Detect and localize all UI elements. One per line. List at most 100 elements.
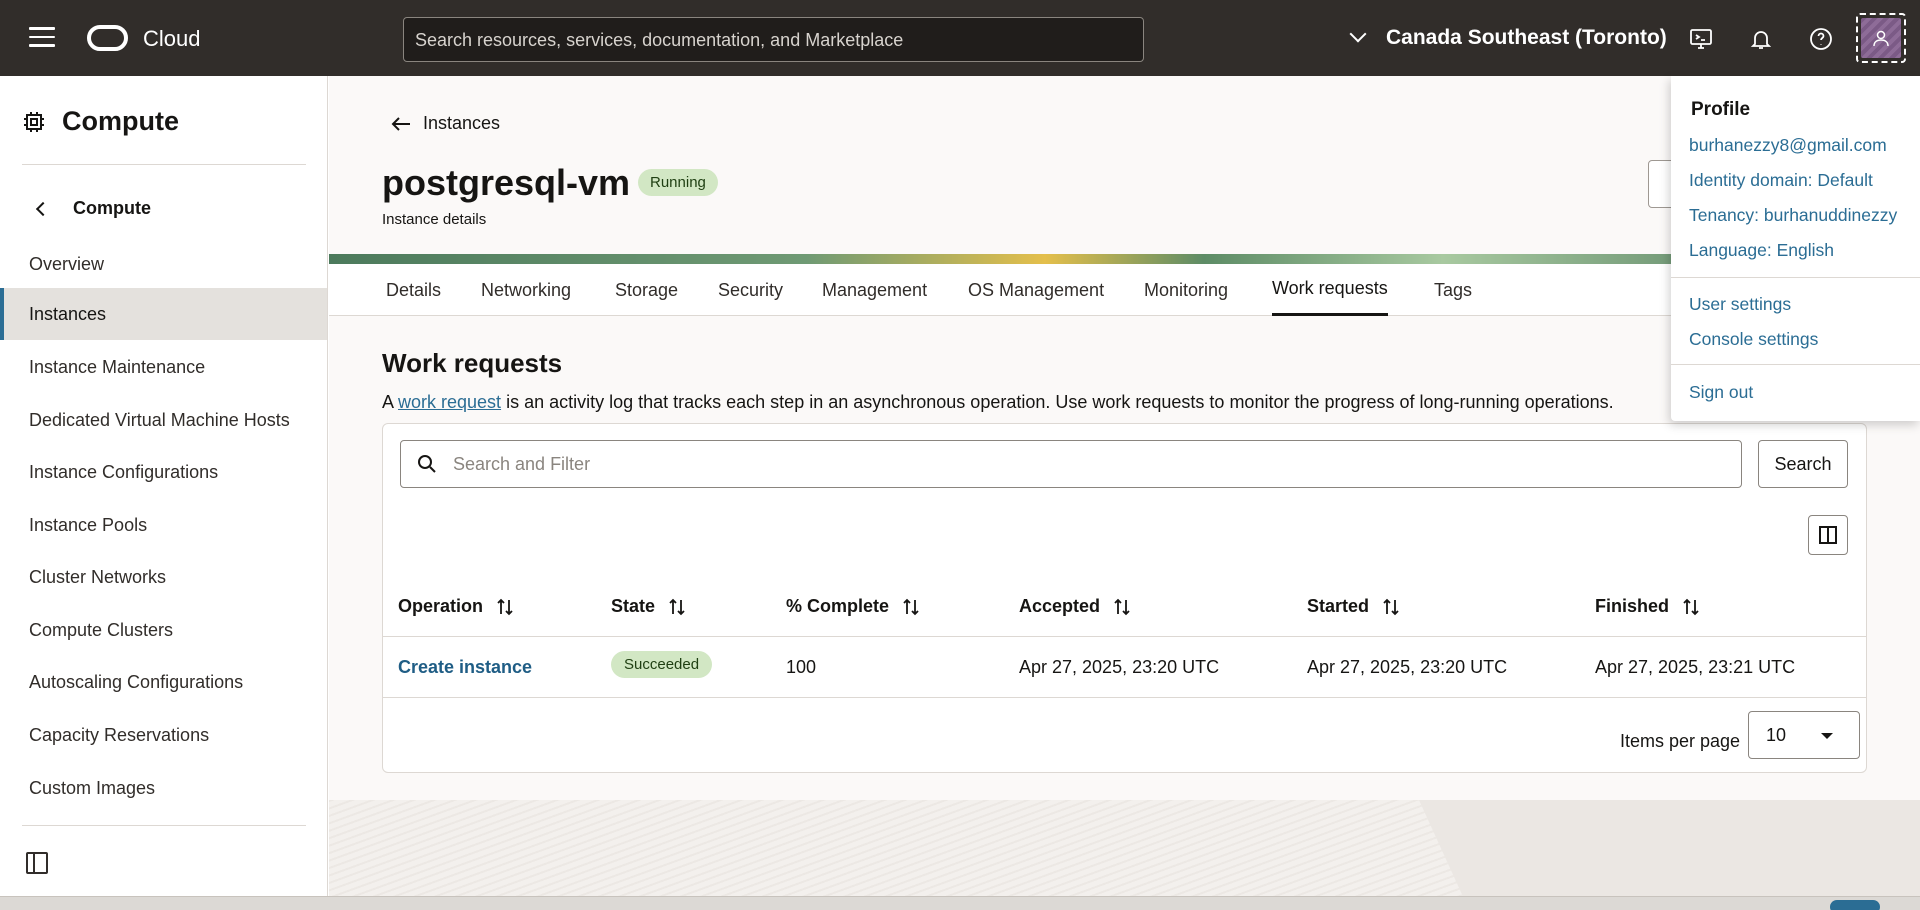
breadcrumb-label: Instances: [423, 113, 501, 133]
status-bar: [0, 896, 1920, 910]
top-bar: Cloud Search resources, services, docume…: [0, 0, 1920, 76]
profile-menu: Profile burhanezzy8@gmail.com Identity d…: [1671, 76, 1920, 421]
sidebar-item-overview[interactable]: Overview: [0, 238, 327, 290]
region-label: Canada Southeast (Toronto): [1386, 26, 1667, 49]
sidebar-title: Compute: [62, 106, 179, 136]
column-header-operation[interactable]: Operation: [398, 596, 513, 617]
profile-email-link[interactable]: burhanezzy8@gmail.com: [1689, 135, 1887, 156]
sidebar-item-custom-images[interactable]: Custom Images: [0, 762, 327, 814]
column-header-label: Started: [1307, 596, 1370, 616]
sort-icon: [497, 598, 513, 615]
table-row: Create instance Succeeded 100 Apr 27, 20…: [383, 636, 1866, 698]
tab-monitoring[interactable]: Monitoring: [1144, 264, 1228, 316]
sign-out-link[interactable]: Sign out: [1689, 382, 1753, 403]
column-header-label: Operation: [398, 596, 484, 616]
sidebar-item-instance-configurations[interactable]: Instance Configurations: [0, 446, 327, 498]
sidebar-header: Compute: [22, 106, 179, 137]
chevron-left-icon: [35, 201, 51, 216]
sidebar-back-label: Compute: [73, 198, 151, 218]
region-selector[interactable]: Canada Southeast (Toronto): [1349, 25, 1667, 50]
help-icon[interactable]: [1809, 27, 1833, 51]
menu-icon[interactable]: [29, 27, 55, 49]
column-header-accepted[interactable]: Accepted: [1019, 596, 1130, 617]
tab-networking[interactable]: Networking: [481, 264, 571, 316]
tab-storage[interactable]: Storage: [615, 264, 678, 316]
items-per-page-select[interactable]: 10: [1748, 711, 1860, 759]
sort-icon: [1683, 598, 1699, 615]
language-link[interactable]: Language: English: [1689, 240, 1834, 261]
user-avatar-icon: [1861, 18, 1901, 58]
columns-icon: [1819, 526, 1837, 544]
tenancy-link[interactable]: Tenancy: burhanuddinezzy: [1689, 205, 1897, 226]
filter-input[interactable]: Search and Filter: [400, 440, 1742, 488]
identity-domain-link[interactable]: Identity domain: Default: [1689, 170, 1873, 191]
sort-icon: [669, 598, 685, 615]
column-header-label: Finished: [1595, 596, 1670, 616]
sort-icon: [1383, 598, 1399, 615]
items-per-page-label: Items per page: [1620, 731, 1741, 751]
sidebar-item-instance-maintenance[interactable]: Instance Maintenance: [0, 341, 327, 393]
started-time: Apr 27, 2025, 23:20 UTC: [1307, 657, 1508, 677]
decorative-footer: [329, 800, 1920, 910]
oracle-logo[interactable]: [87, 25, 128, 51]
page-subtitle: Instance details: [382, 211, 487, 228]
tab-management[interactable]: Management: [822, 264, 927, 316]
tab-work-requests[interactable]: Work requests: [1272, 264, 1388, 316]
filter-placeholder: Search and Filter: [453, 453, 591, 474]
sidebar-back-link[interactable]: Compute: [35, 198, 151, 219]
operation-link[interactable]: Create instance: [398, 657, 532, 678]
profile-menu-title: Profile: [1691, 99, 1751, 120]
brand-label[interactable]: Cloud: [143, 26, 200, 52]
chevron-down-icon: [1349, 25, 1367, 43]
bell-icon[interactable]: [1749, 27, 1773, 51]
column-header-label: State: [611, 596, 656, 616]
sidebar-item-capacity-reservations[interactable]: Capacity Reservations: [0, 709, 327, 761]
column-header-started[interactable]: Started: [1307, 596, 1399, 617]
tab-os-management[interactable]: OS Management: [968, 264, 1104, 316]
console-settings-link[interactable]: Console settings: [1689, 329, 1818, 350]
percent-complete: 100: [786, 657, 817, 677]
sort-icon: [1114, 598, 1130, 615]
sidebar-item-instances[interactable]: Instances: [0, 288, 327, 340]
divider: [22, 164, 306, 165]
column-header-label: Accepted: [1019, 596, 1101, 616]
column-header-complete[interactable]: % Complete: [786, 596, 919, 617]
accepted-time: Apr 27, 2025, 23:20 UTC: [1019, 657, 1220, 677]
user-avatar-button[interactable]: [1856, 13, 1906, 63]
divider: [1671, 364, 1920, 365]
search-icon: [418, 455, 436, 473]
cloud-shell-icon[interactable]: [1689, 27, 1713, 51]
breadcrumb[interactable]: Instances: [391, 113, 500, 134]
sidebar-item-dedicated-vm-hosts[interactable]: Dedicated Virtual Machine Hosts: [0, 394, 327, 446]
toggle-switch[interactable]: [1830, 900, 1880, 910]
column-header-state[interactable]: State: [611, 596, 685, 617]
sidebar-item-autoscaling-configurations[interactable]: Autoscaling Configurations: [0, 656, 327, 708]
tab-tags[interactable]: Tags: [1434, 264, 1472, 316]
state-badge: Succeeded: [611, 651, 713, 678]
column-toggle-button[interactable]: [1808, 515, 1848, 555]
column-header-finished[interactable]: Finished: [1595, 596, 1699, 617]
sidebar: Compute Compute Overview Instances Insta…: [0, 76, 328, 896]
tab-security[interactable]: Security: [718, 264, 783, 316]
column-header-label: % Complete: [786, 596, 890, 616]
sidebar-item-instance-pools[interactable]: Instance Pools: [0, 499, 327, 551]
status-badge: Running: [638, 169, 718, 196]
sidebar-item-compute-clusters[interactable]: Compute Clusters: [0, 604, 327, 656]
tab-details[interactable]: Details: [386, 264, 441, 316]
caret-down-icon: [1821, 733, 1833, 739]
page-title: postgresql-vm: [382, 162, 631, 203]
collapse-sidebar-icon[interactable]: [26, 852, 48, 874]
work-request-link[interactable]: work request: [398, 392, 501, 412]
finished-time: Apr 27, 2025, 23:21 UTC: [1595, 657, 1796, 677]
search-button[interactable]: Search: [1758, 440, 1848, 488]
user-settings-link[interactable]: User settings: [1689, 294, 1791, 315]
description-prefix: A: [382, 392, 399, 412]
sidebar-item-cluster-networks[interactable]: Cluster Networks: [0, 551, 327, 603]
chip-icon: [24, 111, 44, 132]
section-title: Work requests: [382, 348, 563, 378]
section-description: A work request is an activity log that t…: [382, 392, 1614, 413]
work-requests-panel: Search and Filter Search Operation State…: [382, 423, 1867, 773]
items-per-page-value: 10: [1766, 725, 1787, 745]
arrow-left-icon: [391, 116, 410, 131]
global-search-input[interactable]: Search resources, services, documentatio…: [403, 17, 1144, 62]
